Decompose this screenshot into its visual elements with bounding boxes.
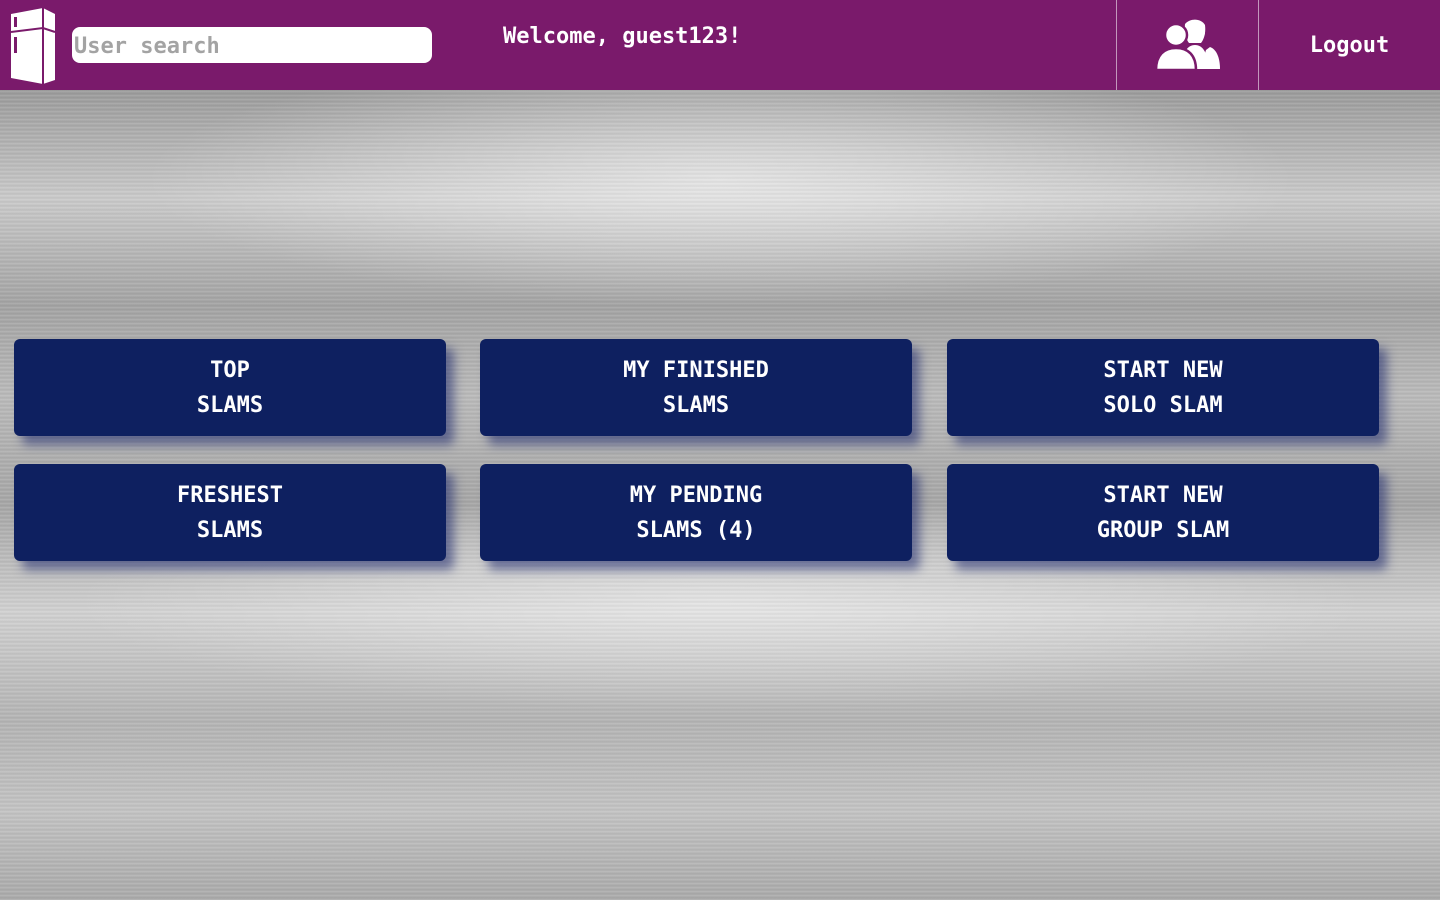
my-finished-slams-button[interactable]: MY FINISHED SLAMS	[480, 339, 912, 436]
freshest-slams-button[interactable]: FRESHEST SLAMS	[14, 464, 446, 561]
tile-label-line1: TOP	[210, 357, 250, 383]
top-slams-button[interactable]: TOP SLAMS	[14, 339, 446, 436]
tile-label-line2: GROUP SLAM	[1096, 517, 1230, 543]
tile-label-line1: START NEW	[1103, 357, 1223, 383]
friends-button[interactable]	[1116, 0, 1259, 90]
user-search-input[interactable]	[72, 27, 432, 63]
tile-label-line2: SLAMS	[196, 392, 264, 418]
tile-label-line2: SLAMS	[196, 517, 264, 543]
tile-label-line2: SLAMS	[662, 392, 730, 418]
tile-label-line1: START NEW	[1103, 482, 1223, 508]
tile-label-line2: SLAMS (4)	[636, 517, 756, 543]
tile-label-line2: SOLO SLAM	[1103, 392, 1223, 418]
logout-button[interactable]: Logout	[1259, 0, 1440, 90]
tile-label-line1: MY PENDING	[629, 482, 763, 508]
top-bar: Welcome, guest123! Logout	[0, 0, 1440, 90]
my-pending-slams-button[interactable]: MY PENDING SLAMS (4)	[480, 464, 912, 561]
tile-label-line1: MY FINISHED	[623, 357, 769, 383]
start-group-slam-button[interactable]: START NEW GROUP SLAM	[947, 464, 1379, 561]
users-icon	[1154, 19, 1220, 71]
fridge-icon[interactable]	[7, 6, 57, 84]
tile-label-line1: FRESHEST	[177, 482, 283, 508]
start-solo-slam-button[interactable]: START NEW SOLO SLAM	[947, 339, 1379, 436]
welcome-message: Welcome, guest123!	[503, 24, 742, 49]
